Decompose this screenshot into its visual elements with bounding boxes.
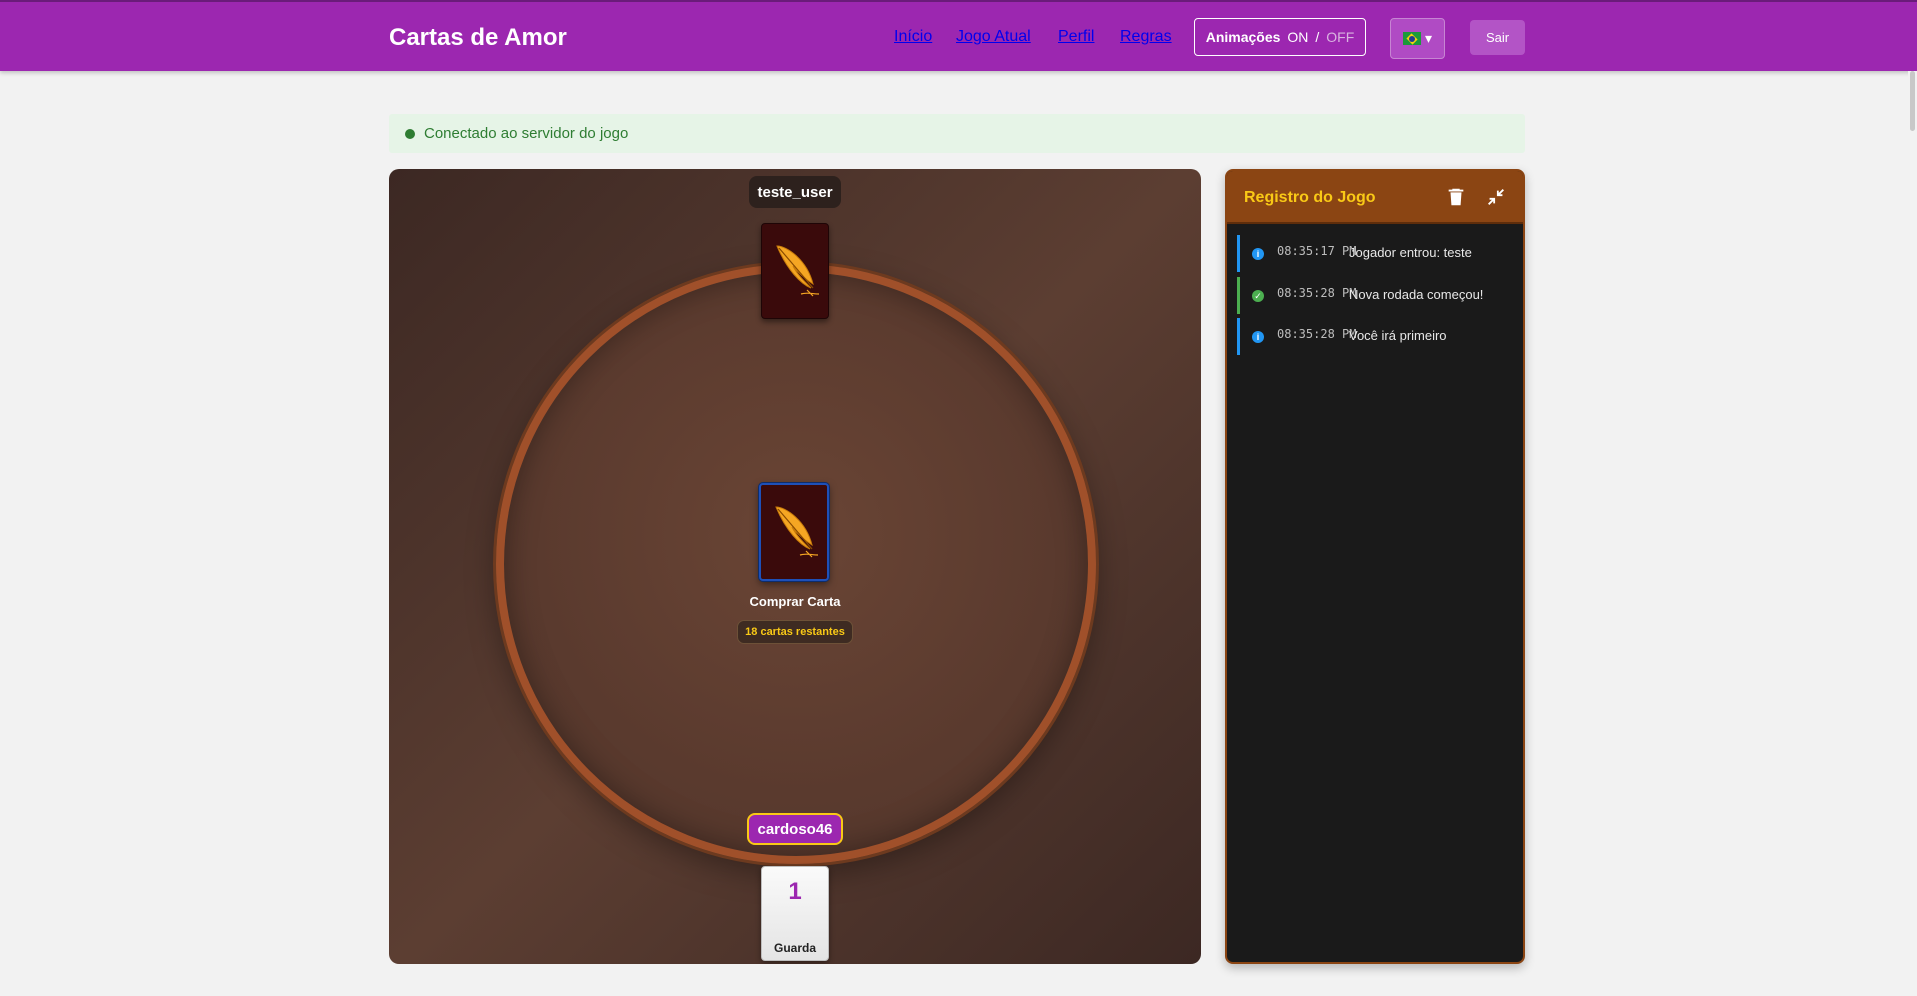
logout-button[interactable]: Sair [1470,20,1525,55]
nav-regras[interactable]: Regras [1120,28,1172,46]
log-title: Registro do Jogo [1244,189,1376,206]
log-time: 08:35:28 PM [1277,327,1357,341]
page-scrollbar[interactable] [1908,71,1917,996]
opponent-name-badge: teste_user [749,176,841,208]
top-navbar: Cartas de Amor Início Jogo Atual Perfil … [0,0,1917,71]
hand-card-guarda[interactable]: 1 Guarda [761,866,829,961]
check-icon: ✓ [1252,290,1264,302]
draw-card-label[interactable]: Comprar Carta [689,594,901,609]
animations-label: Animações [1205,29,1281,45]
chevron-down-icon: ▾ [1424,30,1433,46]
quill-icon [776,245,820,297]
log-message: Você irá primeiro [1349,328,1447,343]
opponent-card-back [761,223,829,319]
quill-icon [775,506,819,558]
animations-toggle[interactable]: Animações ON / OFF [1194,18,1366,56]
deck-remaining-badge: 18 cartas restantes [737,620,853,644]
nav-inicio[interactable]: Início [894,28,932,46]
log-entry: i 08:35:28 PM Você irá primeiro [1237,318,1521,355]
scrollbar-thumb[interactable] [1910,71,1915,131]
connection-status-banner: Conectado ao servidor do jogo [389,114,1525,153]
log-entry: i 08:35:17 PM Jogador entrou: teste [1237,235,1521,272]
card-value: 1 [788,878,802,905]
brand-title[interactable]: Cartas de Amor [389,24,567,52]
game-board: teste_user Comprar Carta 18 cartas resta… [389,169,1201,964]
collapse-icon[interactable] [1485,186,1507,208]
game-log-panel: Registro do Jogo i 08:35:17 PM Jogador e… [1225,169,1525,964]
status-dot-icon [405,128,415,139]
animations-separator: / [1315,29,1320,45]
brazil-flag-icon [1402,32,1421,45]
log-time: 08:35:28 PM [1277,286,1357,300]
self-name-badge: cardoso46 [747,813,843,845]
connection-message: Conectado ao servidor do jogo [424,125,629,142]
log-time: 08:35:17 PM [1277,244,1357,258]
trash-icon[interactable] [1445,186,1467,208]
animations-off-option[interactable]: OFF [1326,29,1354,45]
log-header: Registro do Jogo [1227,171,1523,224]
info-icon: i [1252,248,1264,260]
draw-deck-card[interactable] [759,483,829,581]
nav-perfil[interactable]: Perfil [1058,28,1094,46]
log-entry: ✓ 08:35:28 PM Nova rodada começou! [1237,277,1521,314]
nav-jogo-atual[interactable]: Jogo Atual [956,28,1031,46]
language-selector[interactable]: ▾ [1390,18,1445,59]
info-icon: i [1252,331,1264,343]
log-message: Nova rodada começou! [1349,287,1484,302]
card-name: Guarda [773,941,816,955]
log-message: Jogador entrou: teste [1349,245,1472,260]
animations-on-option[interactable]: ON [1287,29,1308,45]
